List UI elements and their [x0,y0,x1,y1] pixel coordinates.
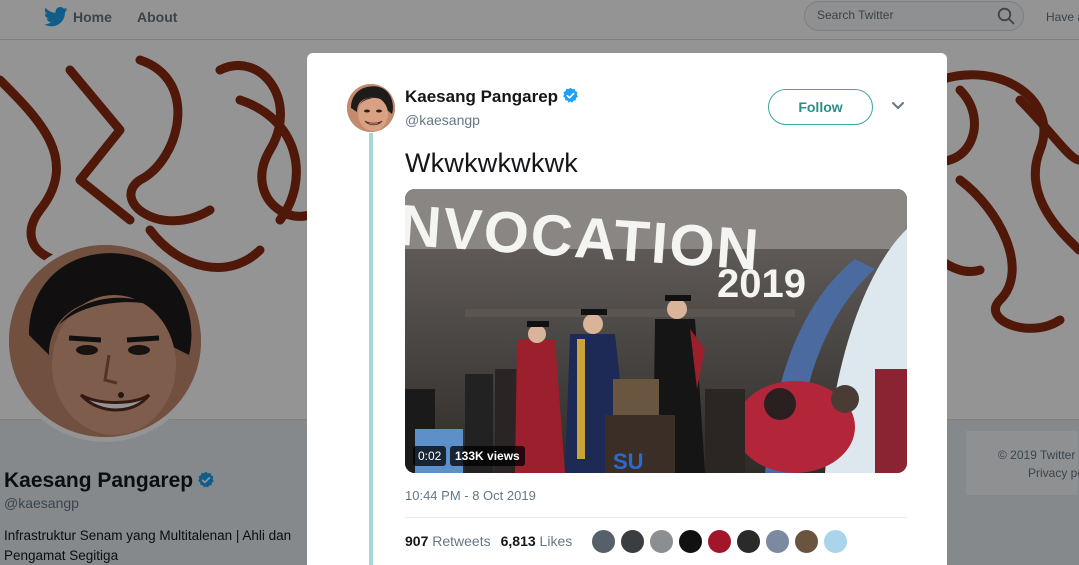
tweet-author-name-text[interactable]: Kaesang Pangarep [405,87,558,106]
liker-avatar[interactable] [823,529,848,554]
liker-avatar[interactable] [649,529,674,554]
video-views: 133K views [450,446,525,466]
likes-stat[interactable]: 6,813 Likes [501,533,573,549]
tweet-text: Wkwkwkwkwk [405,148,578,178]
liker-avatar[interactable] [794,529,819,554]
verified-badge-icon [563,87,578,103]
video-duration: 0:02 [413,446,447,466]
retweets-count[interactable]: 907 [405,533,428,549]
liker-avatar[interactable] [765,529,790,554]
tweet-stats: 907 Retweets 6,813 Likes [405,533,572,549]
tweet-timestamp[interactable]: 10:44 PM - 8 Oct 2019 [405,488,536,503]
liker-avatar[interactable] [620,529,645,554]
thread-line [369,133,373,565]
svg-text:SU: SU [613,449,644,473]
tweet-modal: Kaesang Pangarep @kaesangp Follow Wkwkwk… [307,53,947,565]
divider [405,517,907,518]
retweets-label[interactable]: Retweets [432,533,490,549]
liker-avatar[interactable] [707,529,732,554]
tweet-author-handle[interactable]: @kaesangp [405,112,480,128]
svg-text:2019: 2019 [717,262,806,306]
chevron-down-icon[interactable] [891,101,905,111]
tweet-video[interactable]: NVOCATION 2019 SU 0:02 133K views [405,189,907,473]
tweet-avatar-illustration [347,84,395,132]
follow-button[interactable]: Follow [768,89,873,125]
likes-label[interactable]: Likes [540,533,573,549]
liker-avatar[interactable] [678,529,703,554]
likes-count[interactable]: 6,813 [501,533,536,549]
tweet-author-avatar[interactable] [347,84,395,132]
tweet-author-name[interactable]: Kaesang Pangarep [405,87,579,107]
liker-avatar[interactable] [736,529,761,554]
retweets-stat[interactable]: 907 Retweets [405,533,491,549]
liker-avatar[interactable] [591,529,616,554]
video-frame: NVOCATION 2019 SU [405,189,907,473]
